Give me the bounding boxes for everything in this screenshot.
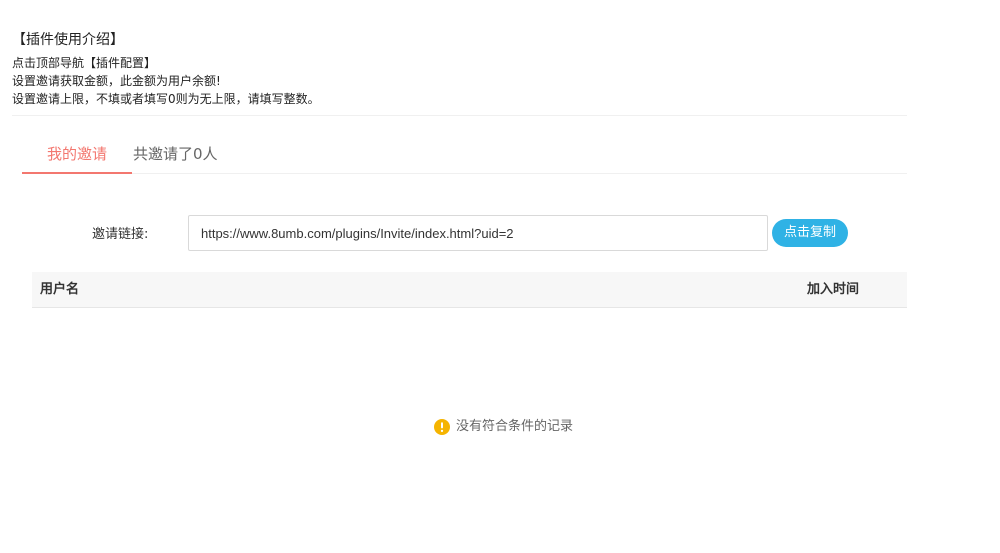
empty-state: 没有符合条件的记录 xyxy=(434,417,573,437)
column-header-username[interactable]: 用户名 xyxy=(40,272,79,308)
column-header-join-time[interactable]: 加入时间 xyxy=(807,272,859,308)
empty-state-message: 没有符合条件的记录 xyxy=(456,419,574,434)
copy-link-button[interactable]: 点击复制 xyxy=(772,219,848,247)
intro-title: 【插件使用介绍】 xyxy=(12,32,124,48)
intro-line-amount: 设置邀请获取金额，此金额为用户余额! xyxy=(12,74,221,88)
invite-count-label: 共邀请了0人 xyxy=(133,145,218,163)
plugin-intro: 【插件使用介绍】 点击顶部导航【插件配置】 设置邀请获取金额，此金额为用户余额!… xyxy=(12,28,907,116)
invite-link-input[interactable] xyxy=(188,215,768,251)
invite-table-header: 用户名 加入时间 xyxy=(32,272,907,308)
intro-line-limit: 设置邀请上限，不填或者填写0则为无上限，请填写整数。 xyxy=(12,92,320,106)
intro-line-nav: 点击顶部导航【插件配置】 xyxy=(12,56,157,70)
tab-my-invites[interactable]: 我的邀请 xyxy=(22,134,132,174)
invite-link-label: 邀请链接: xyxy=(92,227,149,242)
warning-circle-icon xyxy=(434,419,450,435)
invite-tabs: 我的邀请 共邀请了0人 xyxy=(22,134,907,174)
